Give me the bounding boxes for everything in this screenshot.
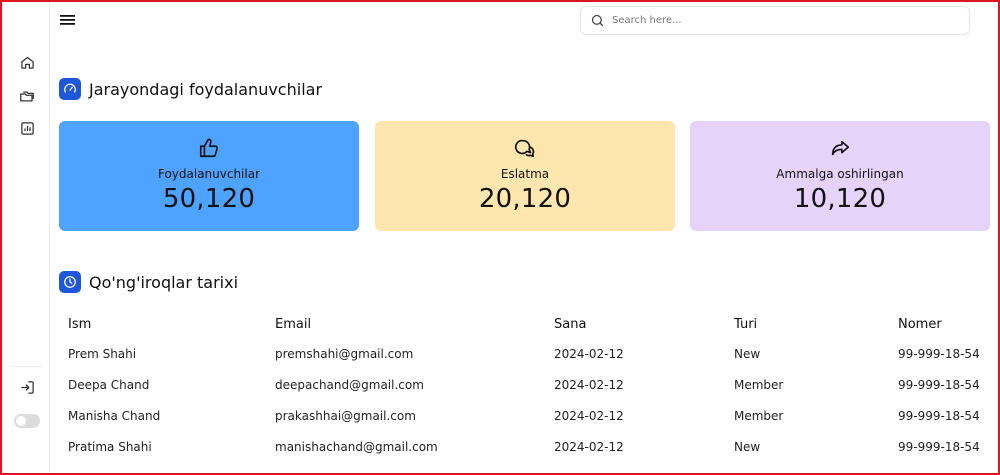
card-notes-label: Eslatma [500, 167, 550, 181]
login-icon[interactable] [18, 378, 36, 396]
table-header-row: Ism Email Sana Turi Nomer [59, 310, 990, 338]
search-bar[interactable] [580, 6, 970, 35]
column-header-number[interactable]: Nomer [889, 310, 990, 338]
column-header-date[interactable]: Sana [545, 310, 725, 338]
chart-bars-icon[interactable] [18, 119, 36, 137]
call-history-heading: Qo'ng'iroqlar tarixi [59, 271, 238, 293]
column-header-name[interactable]: Ism [59, 310, 266, 338]
table-row[interactable]: Prem Shahi premshahi@gmail.com 2024-02-1… [59, 338, 990, 369]
search-input[interactable] [612, 15, 942, 26]
cell-number: 99-999-18-54 [898, 408, 980, 423]
thumbs-up-icon [198, 137, 220, 159]
table-row[interactable]: Manisha Chand prakashhai@gmail.com 2024-… [59, 400, 990, 431]
cell-name: Manisha Chand [68, 408, 161, 423]
search-icon [590, 13, 606, 29]
column-header-email[interactable]: Email [266, 310, 545, 338]
card-completed-label: Ammalga oshirlingan [776, 167, 904, 181]
card-users: Foydalanuvchilar 50,120 [59, 121, 359, 231]
card-users-value: 50,120 [162, 184, 256, 214]
table-row[interactable]: Pratima Shahi manishachand@gmail.com 202… [59, 431, 990, 462]
cell-name: Pratima Shahi [68, 439, 152, 454]
cell-number: 99-999-18-54 [898, 439, 980, 454]
sidebar [2, 2, 50, 473]
cell-date: 2024-02-12 [554, 377, 624, 392]
cell-type: New [734, 439, 761, 454]
cell-type: New [734, 346, 761, 361]
cell-date: 2024-02-12 [554, 439, 624, 454]
cell-type: Member [734, 408, 784, 423]
card-completed-value: 10,120 [793, 184, 887, 214]
speedometer-icon [59, 78, 81, 100]
cell-name: Prem Shahi [68, 346, 137, 361]
folders-icon[interactable] [18, 87, 36, 105]
column-header-type[interactable]: Turi [725, 310, 889, 338]
card-notes: Eslatma 20,120 [375, 121, 675, 231]
card-notes-value: 20,120 [478, 184, 572, 214]
cell-email: deepachand@gmail.com [275, 377, 424, 392]
table-row[interactable]: Deepa Chand deepachand@gmail.com 2024-02… [59, 369, 990, 400]
home-icon[interactable] [18, 53, 36, 71]
active-users-title: Jarayondagi foydalanuvchilar [89, 79, 323, 99]
call-history-title: Qo'ng'iroqlar tarixi [89, 272, 239, 292]
cell-type: Member [734, 377, 784, 392]
card-completed: Ammalga oshirlingan 10,120 [690, 121, 990, 231]
cell-name: Deepa Chand [68, 377, 150, 392]
share-arrow-icon [829, 137, 851, 159]
cell-email: manishachand@gmail.com [275, 439, 438, 454]
clock-icon [59, 271, 81, 293]
cell-email: prakashhai@gmail.com [275, 408, 416, 423]
cell-date: 2024-02-12 [554, 408, 624, 423]
call-history-table: Ism Email Sana Turi Nomer Prem Shahi pre… [59, 310, 990, 462]
chat-bubbles-icon [514, 137, 536, 159]
theme-toggle[interactable] [14, 414, 40, 428]
hamburger-menu-icon[interactable] [60, 12, 76, 28]
cell-email: premshahi@gmail.com [275, 346, 414, 361]
active-users-heading: Jarayondagi foydalanuvchilar [59, 78, 322, 100]
sidebar-divider [10, 366, 41, 367]
cell-date: 2024-02-12 [554, 346, 624, 361]
cell-number: 99-999-18-54 [898, 377, 980, 392]
card-users-label: Foydalanuvchilar [157, 167, 261, 181]
cell-number: 99-999-18-54 [898, 346, 980, 361]
